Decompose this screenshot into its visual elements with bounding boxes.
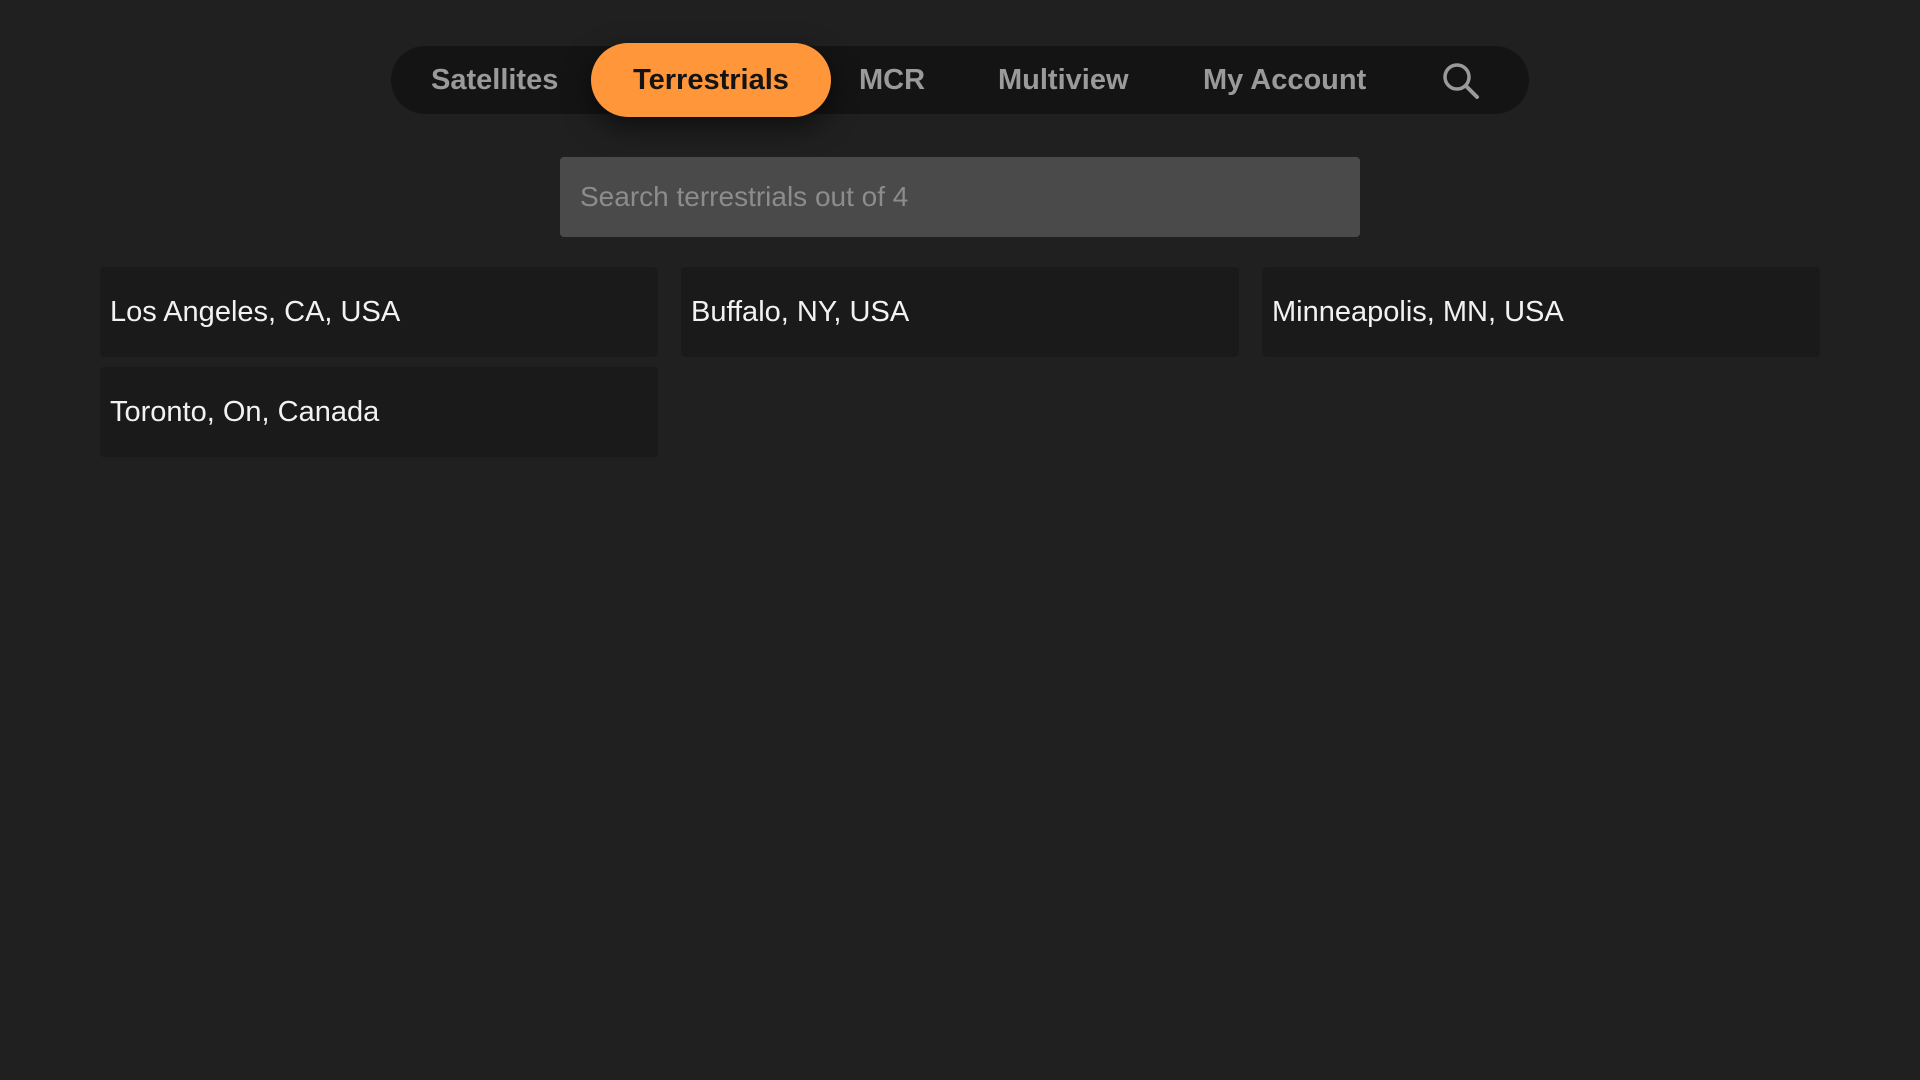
search-input[interactable] <box>560 157 1360 237</box>
tab-satellites[interactable]: Satellites <box>431 46 558 114</box>
location-card-buffalo[interactable]: Buffalo, NY, USA <box>681 267 1239 357</box>
tab-my-account[interactable]: My Account <box>1203 46 1366 114</box>
location-label: Buffalo, NY, USA <box>691 296 910 328</box>
location-label: Minneapolis, MN, USA <box>1272 296 1564 328</box>
location-label: Toronto, On, Canada <box>110 396 380 428</box>
search-icon[interactable] <box>1441 61 1481 101</box>
location-label: Los Angeles, CA, USA <box>110 296 401 328</box>
tab-multiview[interactable]: Multiview <box>998 46 1129 114</box>
tab-mcr[interactable]: MCR <box>859 46 925 114</box>
location-card-los-angeles[interactable]: Los Angeles, CA, USA <box>100 267 658 357</box>
top-nav-bar: Satellites Terrestrials MCR Multiview My… <box>391 43 1529 117</box>
app-screen: Satellites Terrestrials MCR Multiview My… <box>0 0 1920 1080</box>
tab-terrestrials[interactable]: Terrestrials <box>591 43 831 117</box>
location-card-minneapolis[interactable]: Minneapolis, MN, USA <box>1262 267 1820 357</box>
location-card-toronto[interactable]: Toronto, On, Canada <box>100 367 658 457</box>
